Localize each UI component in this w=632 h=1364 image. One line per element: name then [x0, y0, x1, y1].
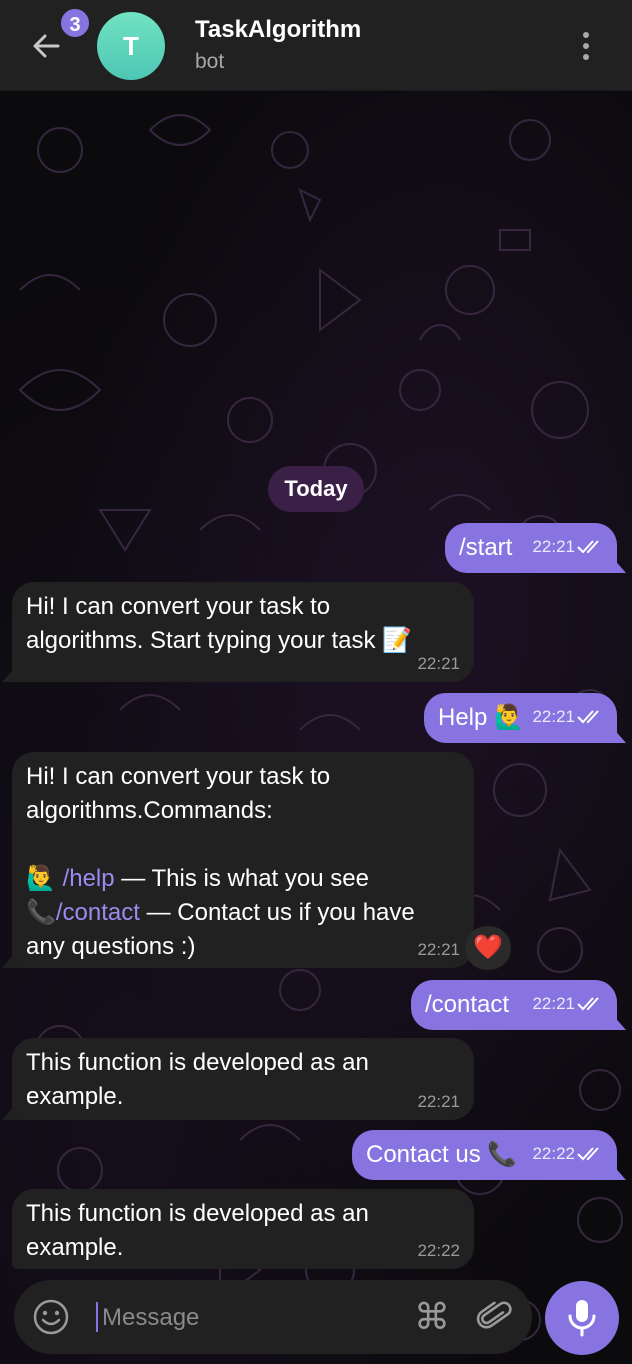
heart-reaction-icon[interactable]: ❤️ — [465, 926, 511, 970]
message-time: 22:22 — [417, 1241, 460, 1260]
microphone-icon — [568, 1300, 596, 1337]
outgoing-message[interactable]: /start 22:21 — [445, 523, 617, 573]
attach-button[interactable] — [474, 1297, 514, 1337]
message-text: Hi! I can convert your task to algorithm… — [26, 593, 413, 654]
avatar[interactable]: T — [97, 12, 165, 80]
voice-record-button[interactable] — [545, 1281, 619, 1355]
message-time: 22:21 — [417, 654, 460, 673]
emoji-icon — [33, 1299, 69, 1335]
outgoing-message[interactable]: /contact 22:21 — [411, 980, 617, 1030]
contact-command-link[interactable]: /contact — [56, 899, 140, 926]
message-meta: 22:21 — [532, 987, 603, 1021]
message-meta: 22:21 — [532, 700, 603, 734]
double-check-icon — [577, 540, 599, 554]
message-time: 22:21 — [532, 994, 575, 1013]
message-composer: ⌘ — [14, 1280, 532, 1354]
back-button[interactable] — [28, 28, 64, 64]
contact-description: — Contact us if you have — [139, 899, 415, 926]
help-description: — This is what you see — [114, 865, 369, 892]
incoming-message[interactable]: This function is developed as an example… — [12, 1038, 474, 1120]
text-cursor — [96, 1302, 98, 1332]
command-icon: ⌘ — [414, 1296, 450, 1337]
message-time: 22:21 — [417, 940, 460, 959]
message-input[interactable] — [100, 1298, 404, 1338]
phone-icon: 📞 — [26, 899, 56, 926]
message-line: algorithms.Commands: — [26, 797, 273, 824]
back-arrow-icon — [33, 34, 60, 58]
double-check-icon — [577, 997, 599, 1011]
message-time: 22:21 — [417, 1092, 460, 1111]
message-meta: 22:21 — [532, 530, 603, 564]
incoming-message[interactable]: Hi! I can convert your task to algorithm… — [12, 752, 474, 968]
incoming-message[interactable]: This function is developed as an example… — [12, 1189, 474, 1269]
paperclip-icon — [476, 1301, 512, 1329]
command-line-help: 🙋‍♂️ /help — This is what you see — [26, 862, 466, 896]
message-time: 22:22 — [532, 1144, 575, 1163]
message-meta: 22:22 — [532, 1137, 603, 1171]
message-time: 22:21 — [532, 537, 575, 556]
message-text: This function is developed as an example… — [26, 1200, 369, 1261]
outgoing-message[interactable]: Help 🙋‍♂️ 22:21 — [424, 693, 617, 743]
help-emoji-icon: 🙋‍♂️ — [26, 865, 56, 892]
message-text: Hi! I can convert your task to algorithm… — [26, 760, 466, 964]
message-text: Contact us 📞 — [366, 1141, 518, 1168]
message-line: any questions :) — [26, 933, 196, 960]
chat-title[interactable]: TaskAlgorithm — [195, 16, 361, 44]
date-separator: Today — [268, 466, 364, 512]
message-text: Help 🙋‍♂️ — [438, 704, 524, 731]
message-time: 22:21 — [532, 707, 575, 726]
message-line: Hi! I can convert your task to — [26, 763, 331, 790]
unread-count-badge: 3 — [59, 7, 91, 39]
chat-subtitle: bot — [195, 50, 225, 73]
emoji-button[interactable] — [32, 1298, 70, 1336]
help-command-link[interactable]: /help — [63, 865, 115, 892]
double-check-icon — [577, 710, 599, 724]
outgoing-message[interactable]: Contact us 📞 22:22 — [352, 1130, 617, 1180]
more-options-button[interactable] — [570, 26, 602, 66]
command-line-contact: 📞/contact — Contact us if you have — [26, 896, 466, 930]
message-text: This function is developed as an example… — [26, 1049, 369, 1110]
message-text: /start — [459, 534, 513, 561]
double-check-icon — [577, 1147, 599, 1161]
message-text: /contact — [425, 991, 510, 1018]
chat-header: 3 T TaskAlgorithm bot — [0, 0, 632, 91]
incoming-message[interactable]: Hi! I can convert your task to algorithm… — [12, 582, 474, 682]
bot-commands-button[interactable]: ⌘ — [412, 1297, 452, 1337]
